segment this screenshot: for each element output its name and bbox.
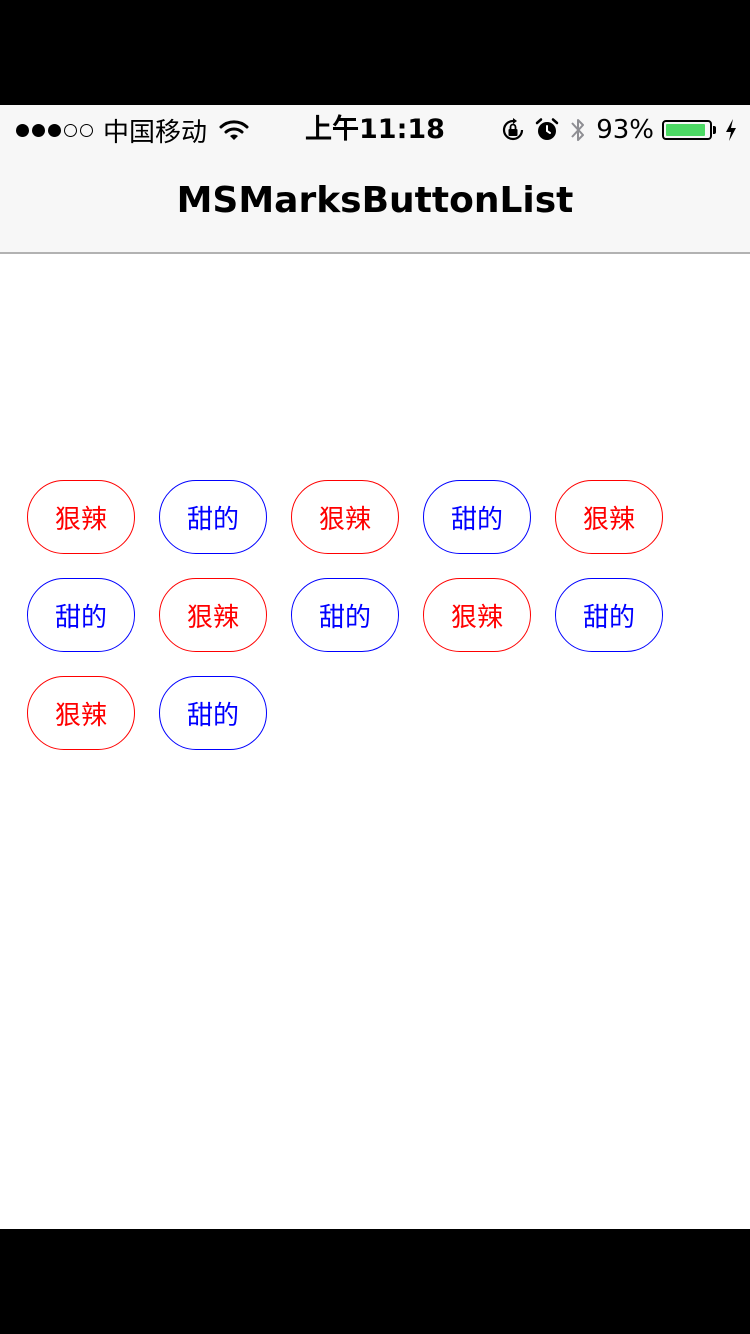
battery-icon (662, 120, 716, 140)
mark-button-sweet[interactable]: 甜的 (291, 578, 399, 652)
mark-button-sweet[interactable]: 甜的 (159, 480, 267, 554)
bluetooth-icon (571, 119, 585, 141)
navigation-bar: MSMarksButtonList (0, 155, 750, 254)
alarm-icon (535, 118, 559, 140)
app-screen: 中国移动 上午11:18 93% MSMarksButtonList 狠辣 甜的… (0, 105, 750, 1229)
status-bar: 中国移动 上午11:18 93% (0, 105, 750, 155)
mark-button-sweet[interactable]: 甜的 (423, 480, 531, 554)
status-bar-right: 93% (500, 114, 738, 146)
mark-button-spicy[interactable]: 狠辣 (291, 480, 399, 554)
mark-button-spicy[interactable]: 狠辣 (555, 480, 663, 554)
mark-button-spicy[interactable]: 狠辣 (27, 676, 135, 750)
mark-button-sweet[interactable]: 甜的 (27, 578, 135, 652)
mark-button-spicy[interactable]: 狠辣 (423, 578, 531, 652)
battery-fill (666, 124, 706, 136)
mark-button-sweet[interactable]: 甜的 (159, 676, 267, 750)
mark-button-spicy[interactable]: 狠辣 (27, 480, 135, 554)
mark-button-spicy[interactable]: 狠辣 (159, 578, 267, 652)
orientation-lock-icon (503, 118, 524, 141)
battery-body (662, 120, 712, 140)
battery-nub (713, 126, 716, 134)
battery-percent: 93% (596, 115, 654, 145)
mark-button-sweet[interactable]: 甜的 (555, 578, 663, 652)
charging-bolt-icon (726, 119, 736, 141)
page-title: MSMarksButtonList (176, 180, 574, 221)
marks-button-list: 狠辣 甜的 狠辣 甜的 狠辣 甜的 狠辣 甜的 狠辣 甜的 狠辣 甜的 (27, 480, 707, 750)
